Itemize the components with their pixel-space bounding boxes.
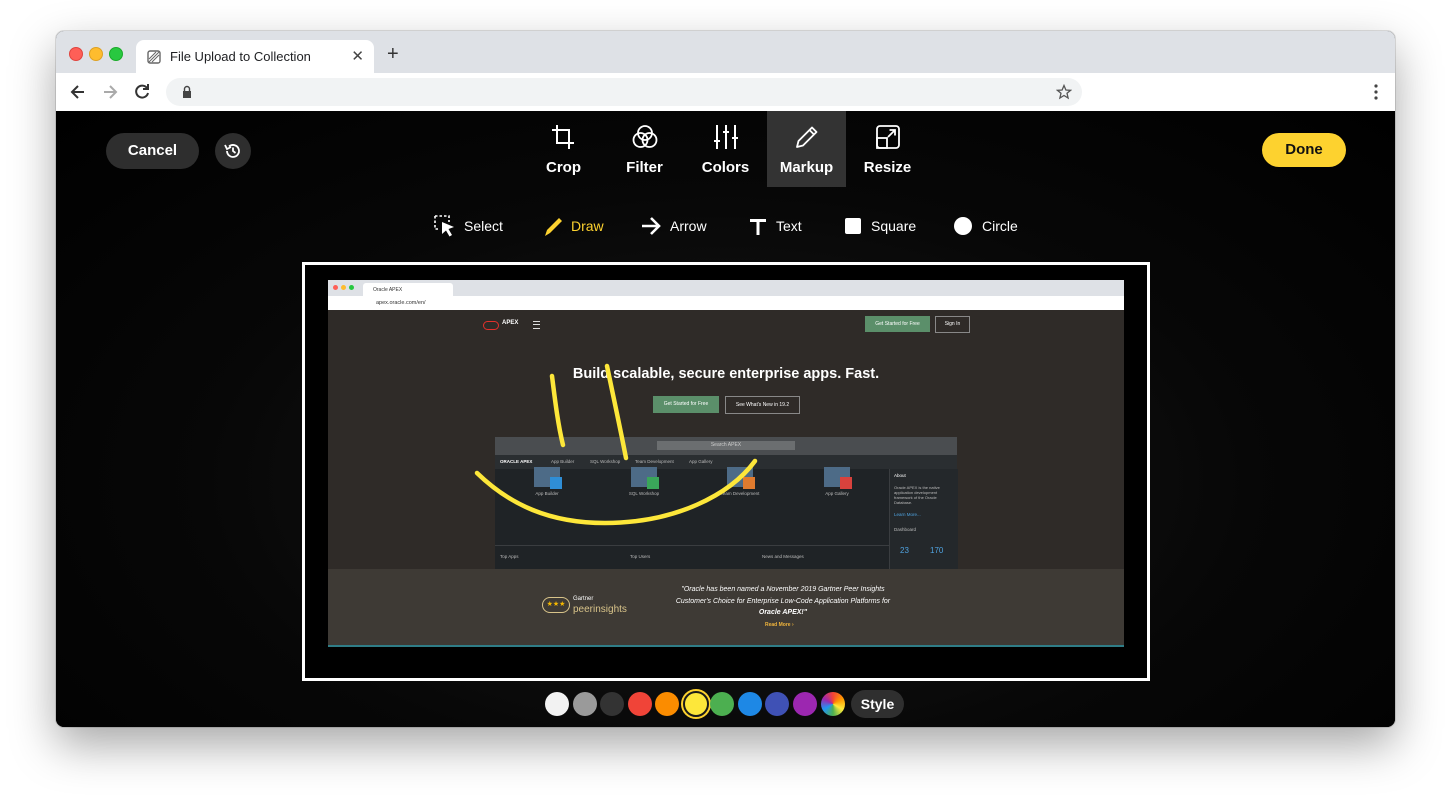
markup-text-label: Text [776,218,802,234]
color-wheel-icon[interactable] [821,692,845,716]
tool-markup[interactable]: Markup [767,111,846,187]
select-cursor-icon [434,215,454,237]
bookmark-star-icon[interactable] [1056,84,1072,100]
zoom-window-button[interactable] [109,47,123,61]
close-window-button[interactable] [69,47,83,61]
color-swatch-red[interactable] [627,692,652,716]
browser-window: File Upload to Collection ✕ + Cancel Cro… [56,31,1395,727]
markup-text[interactable]: Text [747,215,807,237]
tool-colors[interactable]: Colors [686,111,765,187]
markup-arrow-label: Arrow [670,218,707,234]
draw-pencil-icon [545,218,562,236]
forward-arrow-icon[interactable] [100,82,120,102]
tool-markup-label: Markup [779,159,834,176]
history-button[interactable] [215,133,251,169]
tool-colors-label: Colors [701,159,750,176]
pencil-icon [796,126,818,148]
filter-icon [632,125,658,148]
yellow-smiley-drawing [474,363,758,526]
arrow-right-icon [642,217,661,235]
color-swatch-orange[interactable] [655,692,679,716]
tool-crop[interactable]: Crop [524,111,603,187]
markup-select[interactable]: Select [434,215,504,237]
image-favicon-icon [147,50,161,64]
browser-toolbar [56,73,1395,112]
color-swatch-white[interactable] [545,692,569,716]
tool-resize-label: Resize [863,159,912,176]
drawn-eye-left [549,373,566,448]
reload-icon[interactable] [132,82,152,102]
color-swatch-dark[interactable] [600,692,624,716]
color-swatch-blue[interactable] [737,692,762,716]
address-bar[interactable] [166,78,1082,106]
circle-icon [954,217,972,235]
color-swatch-indigo[interactable] [765,692,789,716]
tool-crop-label: Crop [546,159,581,176]
drawn-smile [474,458,758,526]
done-button[interactable]: Done [1262,133,1346,167]
tab-title: File Upload to Collection [170,49,311,64]
tool-resize[interactable]: Resize [848,111,927,187]
resize-icon [876,125,900,149]
cancel-button[interactable]: Cancel [106,133,199,169]
markup-select-label: Select [464,218,503,234]
color-swatch-yellow[interactable] [682,691,709,717]
color-swatch-gray[interactable] [572,692,597,716]
tab-strip: File Upload to Collection ✕ + [56,31,1395,73]
sliders-icon [714,125,738,149]
markup-arrow[interactable]: Arrow [640,215,710,237]
markup-draw[interactable]: Draw [543,215,604,237]
browser-tab[interactable]: File Upload to Collection ✕ [136,40,374,73]
color-swatch-purple[interactable] [792,692,817,716]
image-canvas[interactable]: Oracle APEX apex.oracle.com/en/ APEX Get… [302,262,1150,681]
style-button[interactable]: Style [851,690,904,718]
drawn-strokes [474,363,758,526]
text-t-icon [750,219,766,235]
image-editor: Cancel Crop Filter Colors Markup Resize … [56,111,1395,727]
lock-icon [183,85,191,98]
history-icon [224,144,240,158]
crop-icon [552,125,574,149]
square-icon [845,218,861,234]
minimize-window-button[interactable] [89,47,103,61]
tool-filter[interactable]: Filter [605,111,684,187]
markup-circle[interactable]: Circle [953,215,1023,237]
markup-square-label: Square [871,218,917,234]
back-arrow-icon[interactable] [68,82,88,102]
markup-draw-label: Draw [571,218,604,234]
new-tab-button[interactable]: + [387,44,399,64]
markup-square[interactable]: Square [843,215,923,237]
tool-filter-label: Filter [626,159,663,176]
color-swatch-green[interactable] [710,692,734,716]
markup-circle-label: Circle [982,218,1018,234]
browser-menu-icon[interactable] [1373,82,1379,102]
tab-close-icon[interactable]: ✕ [351,47,364,65]
drawn-eye-right [604,363,629,461]
